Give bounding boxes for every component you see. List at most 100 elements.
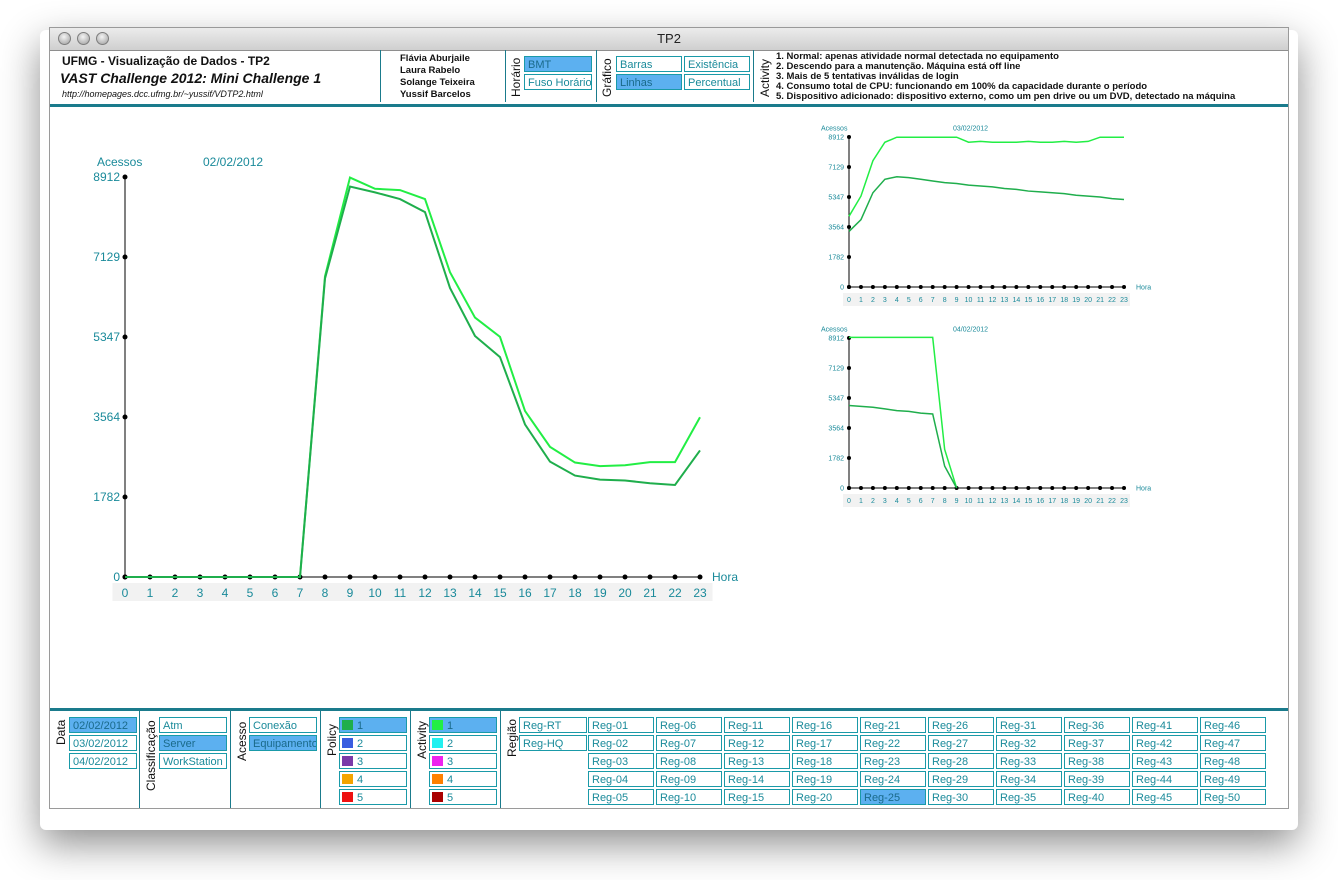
- x-tick-label: 17: [1048, 498, 1056, 505]
- activity-option-1[interactable]: 1: [429, 717, 497, 733]
- regiao-option-reg-03[interactable]: Reg-03: [588, 753, 654, 769]
- title-bar[interactable]: TP2: [50, 28, 1288, 51]
- regiao-option-reg-22[interactable]: Reg-22: [860, 735, 926, 751]
- regiao-option-reg-07[interactable]: Reg-07: [656, 735, 722, 751]
- grafico-option-existencia[interactable]: Existência: [684, 56, 750, 72]
- x-tick-marker: [1098, 486, 1103, 490]
- regiao-option-reg-26[interactable]: Reg-26: [928, 717, 994, 733]
- y-tick-label: 0: [840, 485, 844, 492]
- regiao-option-reg-05[interactable]: Reg-05: [588, 789, 654, 805]
- regiao-option-reg-15[interactable]: Reg-15: [724, 789, 790, 805]
- grafico-option-linhas[interactable]: Linhas: [616, 74, 682, 90]
- activity-option-2[interactable]: 2: [429, 735, 497, 751]
- acesso-filter-label: Acesso: [235, 721, 249, 761]
- regiao-option-reg-08[interactable]: Reg-08: [656, 753, 722, 769]
- grafico-option-barras[interactable]: Barras: [616, 56, 682, 72]
- regiao-option-reg-38[interactable]: Reg-38: [1064, 753, 1130, 769]
- regiao-option-reg-37[interactable]: Reg-37: [1064, 735, 1130, 751]
- regiao-option-reg-28[interactable]: Reg-28: [928, 753, 994, 769]
- acesso-option-conexao[interactable]: Conexão: [249, 717, 317, 733]
- regiao-option-reg-30[interactable]: Reg-30: [928, 789, 994, 805]
- grafico-option-percentual[interactable]: Percentual: [684, 74, 750, 90]
- author-name: Solange Teixeira: [400, 77, 475, 88]
- regiao-option-reg-46[interactable]: Reg-46: [1200, 717, 1266, 733]
- x-tick-marker: [597, 574, 603, 580]
- regiao-option-reg-50[interactable]: Reg-50: [1200, 789, 1266, 805]
- horario-option-bmt[interactable]: BMT: [524, 56, 592, 72]
- regiao-option-reg-31[interactable]: Reg-31: [996, 717, 1062, 733]
- regiao-option-reg-48[interactable]: Reg-48: [1200, 753, 1266, 769]
- x-tick-marker: [397, 574, 403, 580]
- data-option-02-02-2012[interactable]: 02/02/2012: [69, 717, 137, 733]
- regiao-option-reg-21[interactable]: Reg-21: [860, 717, 926, 733]
- horario-option-fuso-horario[interactable]: Fuso Horário: [524, 74, 592, 90]
- regiao-option-reg-47[interactable]: Reg-47: [1200, 735, 1266, 751]
- activity-option-5[interactable]: 5: [429, 789, 497, 805]
- activity-option-3[interactable]: 3: [429, 753, 497, 769]
- regiao-option-reg-19[interactable]: Reg-19: [792, 771, 858, 787]
- regiao-option-reg-06[interactable]: Reg-06: [656, 717, 722, 733]
- author-name: Flávia Aburjaile: [400, 53, 470, 64]
- regiao-option-reg-01[interactable]: Reg-01: [588, 717, 654, 733]
- regiao-option-reg-36[interactable]: Reg-36: [1064, 717, 1130, 733]
- regiao-option-reg-34[interactable]: Reg-34: [996, 771, 1062, 787]
- x-tick-marker: [1110, 285, 1115, 289]
- regiao-option-reg-rt[interactable]: Reg-RT: [519, 717, 587, 733]
- regiao-option-reg-24[interactable]: Reg-24: [860, 771, 926, 787]
- regiao-option-reg-45[interactable]: Reg-45: [1132, 789, 1198, 805]
- regiao-option-reg-42[interactable]: Reg-42: [1132, 735, 1198, 751]
- y-tick-label: 7129: [93, 250, 120, 264]
- x-tick-label: 19: [1072, 498, 1080, 505]
- regiao-option-reg-41[interactable]: Reg-41: [1132, 717, 1198, 733]
- regiao-option-reg-33[interactable]: Reg-33: [996, 753, 1062, 769]
- x-tick-label: 16: [518, 586, 532, 600]
- x-tick-marker: [422, 574, 428, 580]
- regiao-option-reg-11[interactable]: Reg-11: [724, 717, 790, 733]
- policy-option-1[interactable]: 1: [339, 717, 407, 733]
- data-option-04-02-2012[interactable]: 04/02/2012: [69, 753, 137, 769]
- color-swatch: [342, 756, 353, 766]
- regiao-option-reg-13[interactable]: Reg-13: [724, 753, 790, 769]
- regiao-option-reg-43[interactable]: Reg-43: [1132, 753, 1198, 769]
- regiao-option-reg-32[interactable]: Reg-32: [996, 735, 1062, 751]
- regiao-option-reg-04[interactable]: Reg-04: [588, 771, 654, 787]
- regiao-option-reg-29[interactable]: Reg-29: [928, 771, 994, 787]
- regiao-option-reg-20[interactable]: Reg-20: [792, 789, 858, 805]
- regiao-option-reg-09[interactable]: Reg-09: [656, 771, 722, 787]
- regiao-option-reg-49[interactable]: Reg-49: [1200, 771, 1266, 787]
- project-url: http://homepages.dcc.ufmg.br/~yussif/VDT…: [62, 89, 263, 99]
- classificacao-option-workstation[interactable]: WorkStation: [159, 753, 227, 769]
- regiao-option-reg-12[interactable]: Reg-12: [724, 735, 790, 751]
- regiao-option-reg-14[interactable]: Reg-14: [724, 771, 790, 787]
- y-tick-marker: [847, 366, 851, 371]
- activity-option-4[interactable]: 4: [429, 771, 497, 787]
- policy-option-5[interactable]: 5: [339, 789, 407, 805]
- grafico-label: Gráfico: [600, 58, 614, 97]
- regiao-option-reg-39[interactable]: Reg-39: [1064, 771, 1130, 787]
- x-tick-label: 18: [1060, 498, 1068, 505]
- regiao-option-reg-44[interactable]: Reg-44: [1132, 771, 1198, 787]
- regiao-option-reg-23[interactable]: Reg-23: [860, 753, 926, 769]
- policy-option-2[interactable]: 2: [339, 735, 407, 751]
- policy-option-3[interactable]: 3: [339, 753, 407, 769]
- regiao-option-reg-40[interactable]: Reg-40: [1064, 789, 1130, 805]
- x-tick-marker: [447, 574, 453, 580]
- policy-option-4[interactable]: 4: [339, 771, 407, 787]
- filter-divider: [230, 711, 231, 808]
- data-option-03-02-2012[interactable]: 03/02/2012: [69, 735, 137, 751]
- regiao-option-reg-25[interactable]: Reg-25: [860, 789, 926, 805]
- classificacao-option-atm[interactable]: Atm: [159, 717, 227, 733]
- regiao-option-reg-02[interactable]: Reg-02: [588, 735, 654, 751]
- regiao-option-reg-hq[interactable]: Reg-HQ: [519, 735, 587, 751]
- regiao-option-reg-17[interactable]: Reg-17: [792, 735, 858, 751]
- regiao-option-reg-10[interactable]: Reg-10: [656, 789, 722, 805]
- x-tick-label: 15: [493, 586, 507, 600]
- x-tick-label: 2: [871, 297, 875, 304]
- regiao-option-reg-16[interactable]: Reg-16: [792, 717, 858, 733]
- regiao-option-reg-18[interactable]: Reg-18: [792, 753, 858, 769]
- classificacao-option-server[interactable]: Server: [159, 735, 227, 751]
- regiao-option-reg-35[interactable]: Reg-35: [996, 789, 1062, 805]
- acesso-option-equipamento[interactable]: Equipamento: [249, 735, 317, 751]
- x-tick-marker: [1038, 285, 1043, 289]
- regiao-option-reg-27[interactable]: Reg-27: [928, 735, 994, 751]
